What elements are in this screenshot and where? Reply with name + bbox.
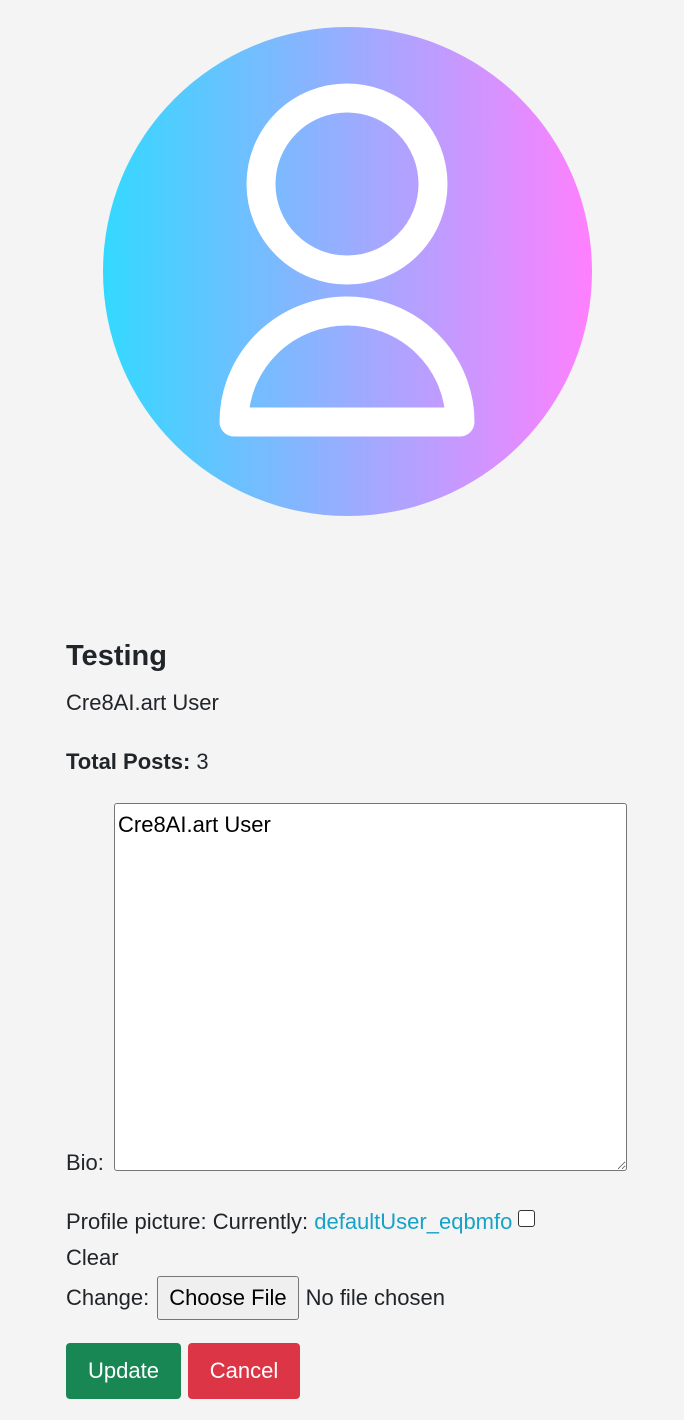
cancel-button[interactable]: Cancel (188, 1343, 300, 1399)
bio-label: Bio: (66, 1150, 104, 1175)
clear-label: Clear (66, 1245, 119, 1270)
user-silhouette-icon (103, 27, 592, 516)
no-file-status: No file chosen (305, 1285, 445, 1310)
change-label: Change: (66, 1285, 150, 1310)
choose-file-button[interactable]: Choose File (157, 1276, 299, 1320)
total-posts: Total Posts: 3 (66, 747, 209, 777)
current-file-link[interactable]: defaultUser_eqbmfo (314, 1209, 512, 1234)
profile-picture-label: Profile picture: (66, 1209, 207, 1234)
total-posts-value: 3 (196, 749, 209, 774)
update-button[interactable]: Update (66, 1343, 181, 1399)
profile-picture-row: Profile picture: Currently: defaultUser_… (66, 1206, 536, 1238)
total-posts-label: Total Posts: (66, 749, 191, 774)
change-file-row: Change: Choose File No file chosen (66, 1275, 445, 1321)
currently-label: Currently: (212, 1209, 309, 1234)
clear-checkbox[interactable] (518, 1210, 536, 1227)
profile-avatar (103, 27, 592, 516)
bio-textarea[interactable]: Cre8AI.art User (114, 803, 627, 1171)
profile-subtitle: Cre8AI.art User (66, 690, 219, 715)
profile-username: Testing (66, 640, 167, 672)
